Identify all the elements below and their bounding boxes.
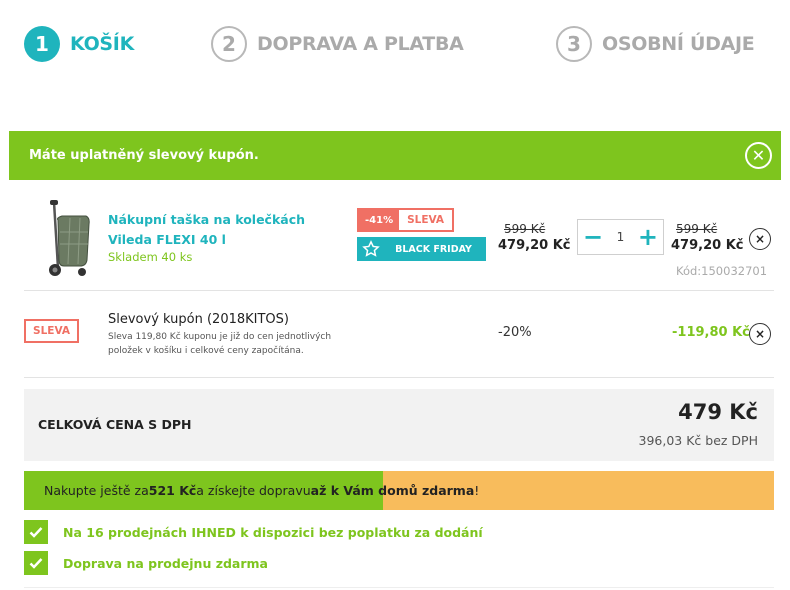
banner-text: Máte uplatněný slevový kupón. bbox=[29, 148, 259, 163]
cart-item-row: Nákupní taška na kolečkách Vileda FLEXI … bbox=[24, 180, 774, 291]
coupon-description: Sleva 119,80 Kč kuponu je již do cen jed… bbox=[108, 332, 332, 356]
free-shipping-highlight: až k Vám domů zdarma bbox=[310, 483, 475, 498]
total-old-price: 599 Kč bbox=[676, 222, 718, 236]
free-shipping-text: Nakupte ještě za 521 Kč a získejte dopra… bbox=[44, 471, 479, 510]
product-image[interactable] bbox=[40, 198, 96, 278]
step-label: OSOBNÍ ÚDAJE bbox=[602, 33, 755, 55]
coupon-badge: SLEVA bbox=[24, 319, 79, 343]
remaining-amount: 521 Kč bbox=[148, 483, 197, 498]
benefit-item: Na 16 prodejnách IHNED k dispozici bez p… bbox=[24, 520, 483, 544]
star-icon bbox=[359, 239, 383, 259]
step-personal-info[interactable]: 3 OSOBNÍ ÚDAJE bbox=[556, 24, 755, 64]
black-friday-badge: BLACK FRIDAY bbox=[357, 237, 486, 261]
text-part: ! bbox=[474, 483, 480, 498]
coupon-row: SLEVA Slevový kupón (2018KITOS) Sleva 11… bbox=[24, 292, 774, 378]
divider bbox=[24, 587, 774, 588]
remove-item-icon[interactable]: × bbox=[749, 228, 771, 250]
step-label: DOPRAVA A PLATBA bbox=[257, 33, 464, 55]
step-shipping-payment[interactable]: 2 DOPRAVA A PLATBA bbox=[211, 24, 464, 64]
black-friday-label: BLACK FRIDAY bbox=[383, 239, 484, 259]
coupon-percent: -20% bbox=[498, 325, 532, 340]
benefit-item: Doprava na prodejnu zdarma bbox=[24, 551, 268, 575]
text-part: a získejte dopravu bbox=[196, 483, 311, 498]
step-number: 1 bbox=[24, 26, 60, 62]
total-price: 479,20 Kč bbox=[671, 238, 744, 253]
coupon-value: -119,80 Kč bbox=[672, 325, 750, 340]
close-icon[interactable]: ✕ bbox=[745, 142, 772, 169]
total-without-vat: 396,03 Kč bez DPH bbox=[638, 433, 758, 448]
unit-price: 479,20 Kč bbox=[498, 238, 571, 253]
check-icon bbox=[24, 551, 48, 575]
plus-button[interactable]: + bbox=[637, 225, 659, 249]
checkout-steps: 1 KOŠÍK 2 DOPRAVA A PLATBA 3 OSOBNÍ ÚDAJ… bbox=[0, 24, 790, 64]
step-number: 2 bbox=[211, 26, 247, 62]
sale-badge: -41% SLEVA bbox=[357, 208, 455, 232]
product-name-link[interactable]: Nákupní taška na kolečkách Vileda FLEXI … bbox=[108, 210, 348, 250]
coupon-applied-banner: Máte uplatněný slevový kupón. ✕ bbox=[9, 131, 781, 180]
step-cart[interactable]: 1 KOŠÍK bbox=[24, 24, 134, 64]
minus-button[interactable]: − bbox=[582, 225, 604, 249]
benefit-text: Na 16 prodejnách IHNED k dispozici bez p… bbox=[63, 524, 483, 540]
step-label: KOŠÍK bbox=[70, 33, 134, 55]
free-shipping-progress: Nakupte ještě za 521 Kč a získejte dopra… bbox=[24, 471, 774, 510]
step-number: 3 bbox=[556, 26, 592, 62]
total-label: CELKOVÁ CENA S DPH bbox=[38, 417, 192, 432]
remove-coupon-icon[interactable]: × bbox=[749, 323, 771, 345]
quantity-input[interactable]: 1 bbox=[617, 230, 625, 244]
benefit-text: Doprava na prodejnu zdarma bbox=[63, 555, 268, 571]
quantity-stepper: − 1 + bbox=[577, 219, 664, 255]
check-icon bbox=[24, 520, 48, 544]
text-part: Nakupte ještě za bbox=[44, 483, 149, 498]
total-sum: 479 Kč bbox=[678, 400, 758, 424]
stock-status: Skladem 40 ks bbox=[108, 250, 193, 264]
product-code: Kód:150032701 bbox=[676, 264, 768, 278]
coupon-title: Slevový kupón (2018KITOS) bbox=[108, 312, 289, 327]
order-total: CELKOVÁ CENA S DPH 479 Kč 396,03 Kč bez … bbox=[24, 389, 774, 461]
sale-label: SLEVA bbox=[399, 210, 453, 230]
unit-old-price: 599 Kč bbox=[504, 222, 546, 236]
discount-percent: -41% bbox=[359, 210, 400, 230]
